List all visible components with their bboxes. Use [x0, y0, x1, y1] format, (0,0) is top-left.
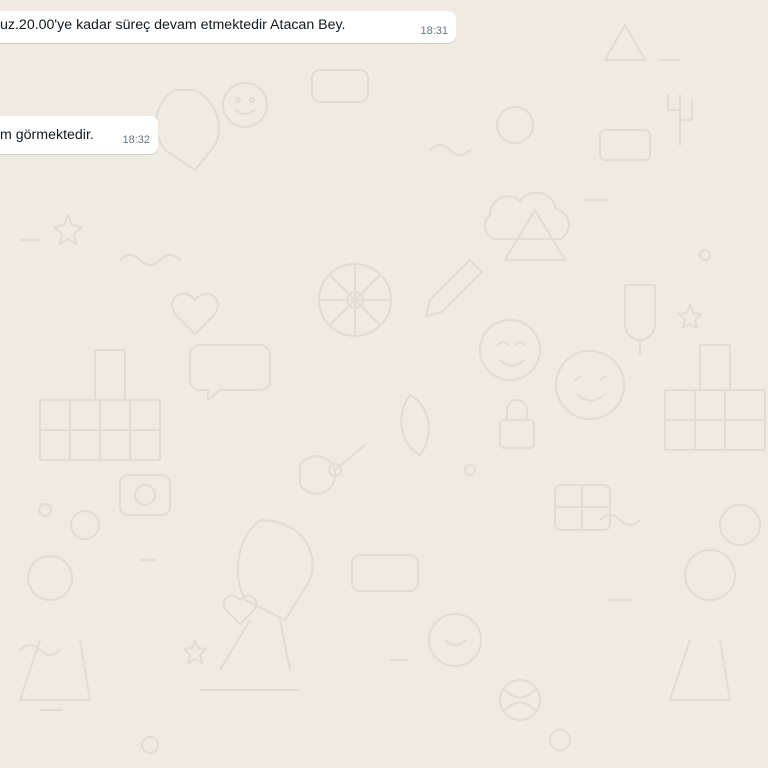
message-timestamp: 18:32 [122, 134, 150, 146]
message-bubble[interactable]: uz.20.00'ye kadar süreç devam etmektedir… [0, 11, 456, 43]
chat-conversation-panel[interactable]: uz.20.00'ye kadar süreç devam etmektedir… [0, 0, 768, 768]
message-timestamp: 18:31 [420, 25, 448, 37]
message-bubble[interactable]: m görmektedir. 18:32 [0, 116, 158, 154]
message-text: uz.20.00'ye kadar süreç devam etmektedir… [0, 17, 346, 33]
message-text: m görmektedir. [0, 127, 94, 143]
